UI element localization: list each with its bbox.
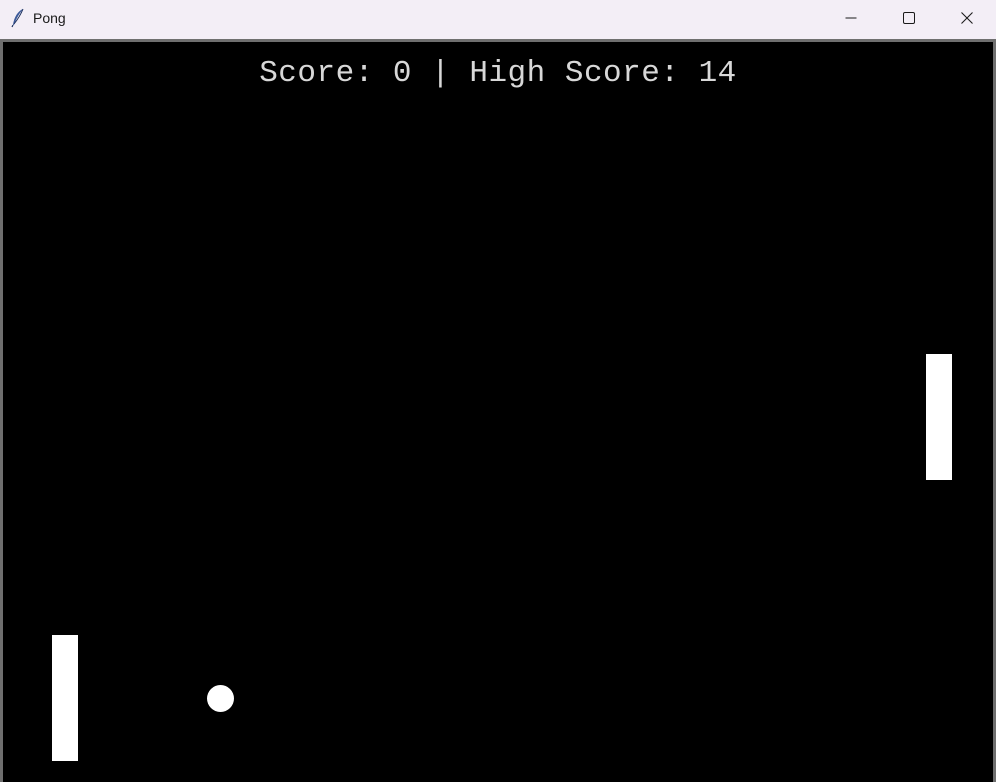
feather-icon (10, 8, 26, 28)
minimize-icon (845, 11, 857, 29)
right-paddle (926, 354, 952, 480)
title-bar[interactable]: Pong (0, 0, 996, 39)
left-paddle (52, 635, 78, 761)
maximize-button[interactable] (880, 0, 938, 39)
game-frame: Score: 0 | High Score: 14 (0, 39, 996, 782)
pong-window: Pong Score: 0 | High Score: 14 (0, 0, 996, 782)
game-canvas[interactable]: Score: 0 | High Score: 14 (3, 42, 993, 782)
close-icon (961, 11, 973, 29)
maximize-icon (903, 11, 915, 29)
close-button[interactable] (938, 0, 996, 39)
minimize-button[interactable] (822, 0, 880, 39)
window-title: Pong (33, 10, 66, 26)
score-display: Score: 0 | High Score: 14 (259, 56, 737, 91)
ball (207, 685, 234, 712)
